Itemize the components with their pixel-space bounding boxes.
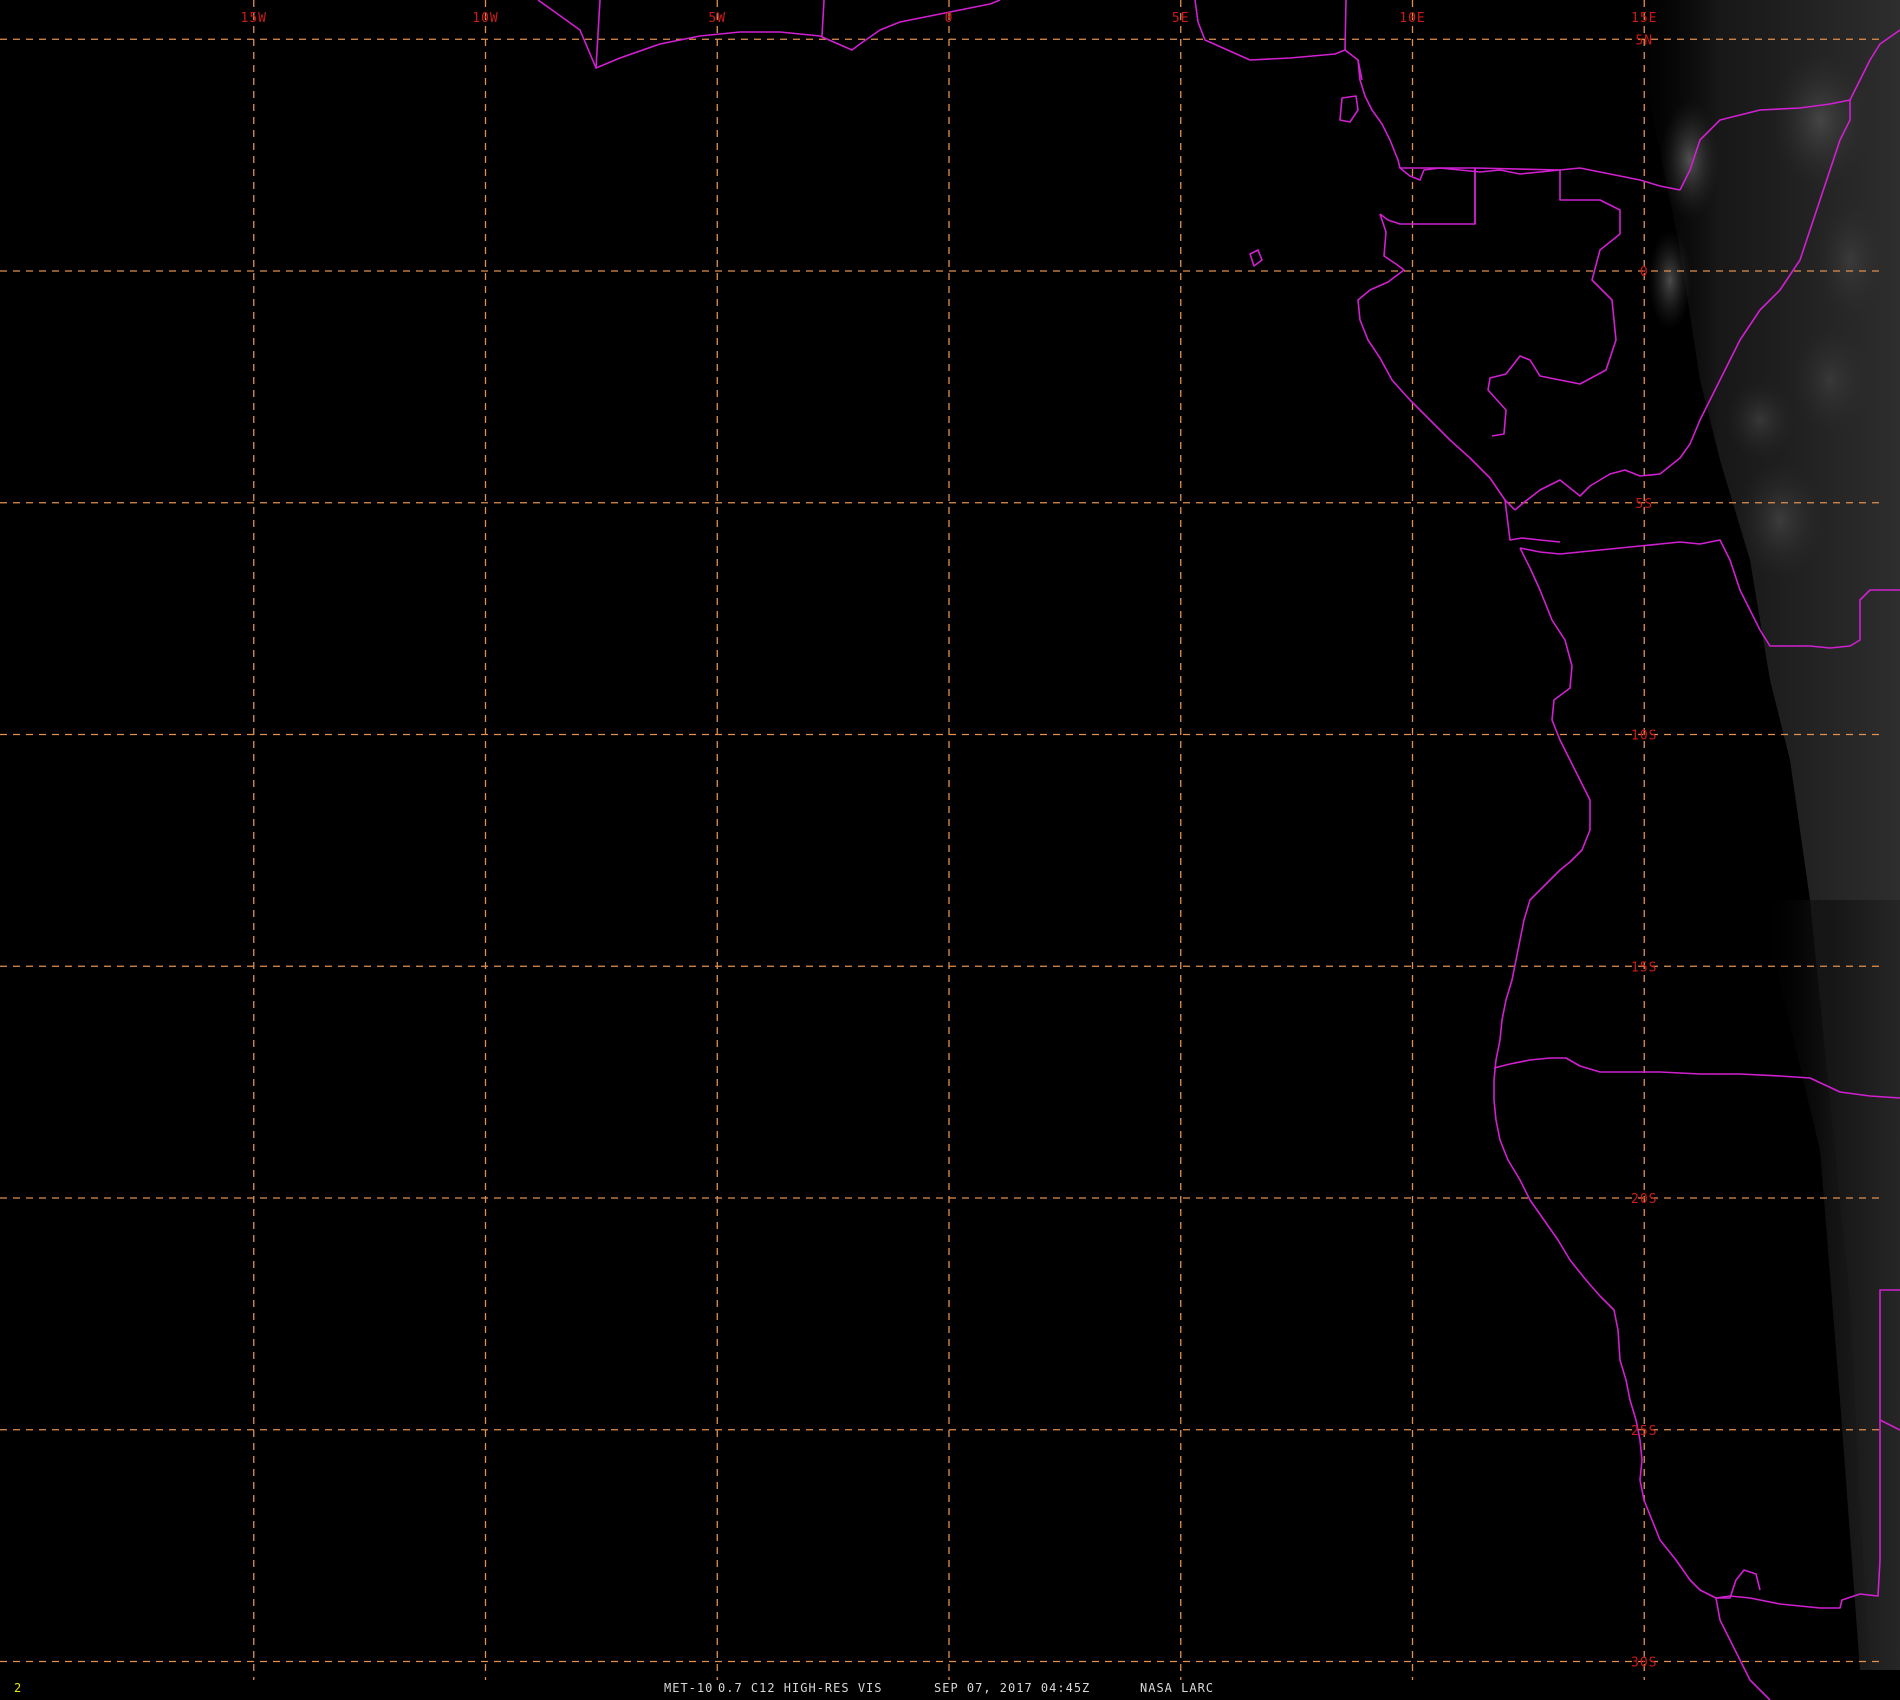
longitude-label: 10W	[472, 11, 498, 26]
longitude-label: 5E	[1172, 11, 1190, 26]
longitude-label: 15W	[241, 11, 267, 26]
angola-west-coast	[1493, 547, 1761, 1599]
border-line	[1344, 0, 1347, 51]
nigeria-cameroon-coast	[1194, 0, 1681, 191]
lat-lon-grid	[0, 0, 1880, 1680]
frame-number: 2	[14, 1681, 22, 1695]
longitude-label: 0	[945, 11, 954, 26]
cabinda-border	[1504, 499, 1561, 543]
caption-satellite: MET-10	[664, 1681, 714, 1695]
caption-source: NASA LARC	[1140, 1681, 1215, 1695]
map-canvas: 15W 10W 5W 0 5E 10E 15E 5N 0 5S 10S 15S 20S 25S 30S	[0, 0, 1900, 1700]
latitude-label: 10S	[1631, 729, 1657, 744]
latitude-label: 0	[1640, 265, 1649, 280]
bioko-island	[1339, 95, 1359, 123]
border-line	[595, 0, 601, 69]
longitude-label: 10E	[1399, 11, 1425, 26]
satellite-map: 15W 10W 5W 0 5E 10E 15E 5N 0 5S 10S 15S 20S 25S 30S 2 …	[0, 0, 1900, 1700]
caption-channel: 0.7 C12 HIGH-RES VIS	[718, 1681, 883, 1695]
latitude-label: 25S	[1631, 1424, 1657, 1439]
gabon-congo-border	[1474, 167, 1621, 437]
gabon-coast	[1357, 213, 1516, 511]
latitude-label: 20S	[1631, 1192, 1657, 1207]
south-africa-coast	[1715, 1597, 1771, 1700]
satellite-imagery	[1620, 0, 1900, 1670]
caption-datetime: SEP 07, 2017 04:45Z	[934, 1681, 1091, 1695]
equatorial-guinea-border	[1379, 167, 1476, 225]
west-africa-coast	[537, 0, 1001, 69]
sao-tome	[1249, 249, 1263, 267]
border-line	[821, 0, 825, 37]
latitude-label: 5N	[1635, 33, 1653, 48]
latitude-label: 15S	[1631, 960, 1657, 975]
latitude-label: 5S	[1635, 497, 1653, 512]
longitude-label: 15E	[1631, 11, 1657, 26]
longitude-label: 5W	[708, 11, 726, 26]
latitude-label: 30S	[1631, 1656, 1657, 1671]
